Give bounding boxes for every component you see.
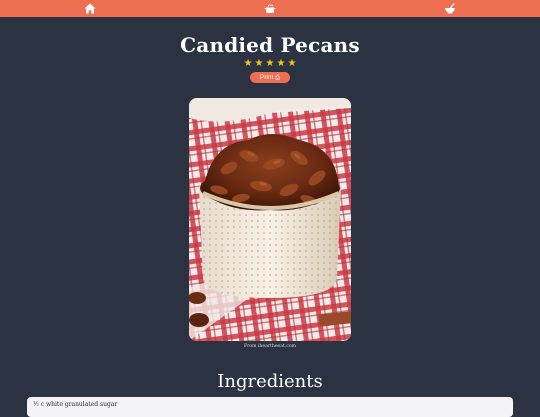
recipe-title: Candied Pecans	[180, 33, 360, 57]
rating-stars: ★ ★ ★ ★ ★	[0, 58, 540, 70]
recipe-photo	[189, 98, 351, 341]
image-credit: From iheartheeat.com	[243, 344, 297, 349]
star-icon[interactable]: ★	[244, 58, 253, 70]
cooking-pot-icon[interactable]	[263, 2, 277, 15]
star-icon[interactable]: ★	[266, 58, 275, 70]
ingredients-heading: Ingredients	[217, 371, 323, 392]
print-label: Print	[259, 74, 274, 81]
print-button[interactable]: Print ⎙	[250, 72, 290, 83]
star-icon[interactable]: ★	[276, 58, 285, 70]
home-icon[interactable]	[83, 2, 97, 15]
star-icon[interactable]: ★	[287, 58, 296, 70]
ingredient-list: ½ c white granulated sugar	[27, 397, 513, 417]
mixing-bowl-icon[interactable]	[443, 2, 457, 15]
printer-icon: ⎙	[275, 75, 281, 81]
star-icon[interactable]: ★	[255, 58, 264, 70]
top-nav-bar	[0, 0, 540, 17]
